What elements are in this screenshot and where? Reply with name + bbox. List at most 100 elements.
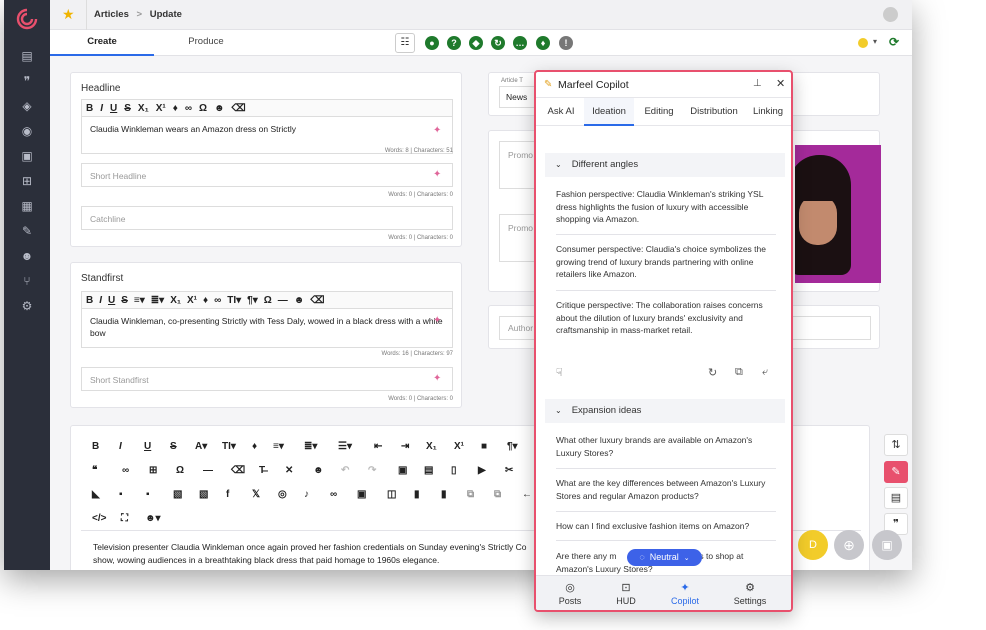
embed-icon[interactable]: ◣ xyxy=(92,489,100,500)
clear-format-icon[interactable]: T̶ xyxy=(259,465,265,476)
pin-icon[interactable]: ⊥ xyxy=(753,78,762,89)
subscript-icon[interactable]: X₁ xyxy=(138,103,149,114)
strike-icon[interactable]: S xyxy=(124,103,131,114)
close-icon[interactable]: ✕ xyxy=(285,465,293,476)
emoji-icon[interactable]: ☻ xyxy=(294,295,305,306)
superscript-icon[interactable]: X¹ xyxy=(187,295,197,306)
tab-ask-ai[interactable]: Ask AI xyxy=(540,98,582,126)
drop-icon[interactable]: ♦ xyxy=(203,295,208,306)
info-icon[interactable]: ! xyxy=(559,36,573,50)
hr-icon[interactable]: — xyxy=(203,465,213,476)
comment-icon[interactable]: … xyxy=(513,36,527,50)
star-icon[interactable]: ★ xyxy=(62,7,75,21)
gear-icon[interactable]: ⚙ xyxy=(19,298,35,314)
twitch2-icon[interactable]: ▧ xyxy=(199,489,208,500)
tone-selector[interactable]: ◌ Neutral ⌄ xyxy=(627,549,702,566)
strike-icon[interactable]: S xyxy=(121,295,128,306)
copy2-icon[interactable]: ⧉ xyxy=(494,489,501,500)
table-icon[interactable]: ⊞ xyxy=(149,465,157,476)
thumbs-down-icon[interactable]: ☟ xyxy=(556,366,563,379)
tools-icon[interactable]: ✂ xyxy=(505,465,513,476)
twitch-icon[interactable]: ▧ xyxy=(173,489,182,500)
paragraph-icon[interactable]: ¶▾ xyxy=(247,295,258,306)
omega-icon[interactable]: Ω xyxy=(264,295,272,306)
block-icon[interactable]: ▪ xyxy=(119,489,123,500)
tab-linking[interactable]: Linking xyxy=(748,98,788,126)
redo-icon[interactable]: ↷ xyxy=(368,465,376,476)
ai-notes-icon[interactable]: ✎ xyxy=(884,461,908,483)
tab-distribution[interactable]: Distribution xyxy=(684,98,744,126)
idea-item[interactable]: What other luxury brands are available o… xyxy=(556,434,778,459)
link-embed-icon[interactable]: ∞ xyxy=(330,489,337,500)
footer-posts[interactable]: ◎ Posts xyxy=(540,582,600,606)
quote-icon[interactable]: ❞ xyxy=(19,73,35,89)
subscript-icon[interactable]: X₁ xyxy=(170,295,181,306)
underline-icon[interactable]: U xyxy=(108,295,115,306)
checklist-icon[interactable]: ☷ xyxy=(395,33,415,53)
link-icon[interactable]: ∞ xyxy=(185,103,192,114)
media-icon[interactable]: ▦ xyxy=(19,198,35,214)
note-icon[interactable]: ■ xyxy=(481,441,487,452)
undo-icon[interactable]: ↶ xyxy=(341,465,349,476)
subscript-icon[interactable]: X₁ xyxy=(426,441,437,452)
catchline-input[interactable]: Catchline xyxy=(81,206,453,230)
instagram-icon[interactable]: ◎ xyxy=(278,489,287,500)
drop-icon[interactable]: ♦ xyxy=(173,103,178,114)
video-icon[interactable]: ▶ xyxy=(478,465,486,476)
footer-hud[interactable]: ⊡ HUD xyxy=(596,582,656,606)
globe-icon[interactable]: ⊕ xyxy=(834,530,864,560)
quote-icon[interactable]: ❝ xyxy=(92,465,97,476)
tab-create[interactable]: Create xyxy=(50,30,154,56)
section-expansion-ideas[interactable]: ⌄ Expansion ideas xyxy=(545,399,785,423)
copy-icon[interactable]: ⧉ xyxy=(735,366,743,379)
ai-sparkle-icon[interactable]: ✦ xyxy=(433,169,441,180)
columns-icon[interactable]: ◫ xyxy=(387,489,396,500)
bold-icon[interactable]: B xyxy=(92,441,99,452)
layers-icon[interactable]: ◈ xyxy=(19,98,35,114)
users-icon[interactable]: ☻ xyxy=(19,248,35,264)
user-avatar[interactable] xyxy=(883,7,898,22)
copy-icon[interactable]: ⧉ xyxy=(467,489,474,500)
angle-item[interactable]: Critique perspective: The collaboration … xyxy=(556,299,778,337)
italic-icon[interactable]: I xyxy=(119,441,122,452)
share-icon[interactable]: ↻ xyxy=(491,36,505,50)
block2-icon[interactable]: ▪ xyxy=(146,489,150,500)
image-embed-icon[interactable]: ▣ xyxy=(357,489,366,500)
text-size-icon[interactable]: TI▾ xyxy=(222,441,236,452)
tab-ideation[interactable]: Ideation xyxy=(584,98,634,126)
article-photo[interactable] xyxy=(795,145,881,283)
drop-icon[interactable]: ♦ xyxy=(252,441,257,452)
indent-out-icon[interactable]: ⇤ xyxy=(374,441,382,452)
user-status-icon[interactable]: ● xyxy=(425,36,439,50)
chevron-down-icon[interactable]: ▾ xyxy=(873,37,877,46)
superscript-icon[interactable]: X¹ xyxy=(454,441,464,452)
tiktok-icon[interactable]: ♪ xyxy=(304,489,309,500)
gallery-icon[interactable]: ▤ xyxy=(424,465,433,476)
sort-icon[interactable]: ⇅ xyxy=(884,434,908,456)
body-text[interactable]: Television presenter Claudia Winkleman o… xyxy=(93,541,538,567)
help-icon[interactable]: ? xyxy=(447,36,461,50)
fullscreen-icon[interactable]: ⛶ xyxy=(121,513,128,524)
ordered-list-icon[interactable]: ≣▾ xyxy=(304,441,317,452)
eraser-icon[interactable]: ⌫ xyxy=(310,295,324,306)
omega-icon[interactable]: Ω xyxy=(199,103,207,114)
tab-produce[interactable]: Produce xyxy=(154,30,258,56)
ai-sparkle-icon[interactable]: ✦ xyxy=(433,125,441,136)
save-icon[interactable]: ▣ xyxy=(872,530,902,560)
text-size-icon[interactable]: TI▾ xyxy=(227,295,241,306)
d-badge-button[interactable]: D xyxy=(798,530,828,560)
indent-in-icon[interactable]: ⇥ xyxy=(401,441,409,452)
footer-copilot[interactable]: ✦ Copilot xyxy=(655,582,715,606)
location-icon[interactable]: ◆ xyxy=(469,36,483,50)
short-headline-input[interactable]: Short Headline xyxy=(81,163,453,187)
tab-editing[interactable]: Editing xyxy=(636,98,682,126)
refresh-icon[interactable]: ⟳ xyxy=(889,35,899,49)
omega-icon[interactable]: Ω xyxy=(176,465,184,476)
tree-icon[interactable]: ⊞ xyxy=(19,173,35,189)
ai-sparkle-icon[interactable]: ✦ xyxy=(433,373,441,384)
refresh-icon[interactable]: ↻ xyxy=(708,366,717,379)
italic-icon[interactable]: I xyxy=(100,103,103,114)
code-icon[interactable]: </> xyxy=(92,513,106,524)
paragraph-icon[interactable]: ¶▾ xyxy=(507,441,518,452)
idea-item[interactable]: How can I find exclusive fashion items o… xyxy=(556,520,778,533)
